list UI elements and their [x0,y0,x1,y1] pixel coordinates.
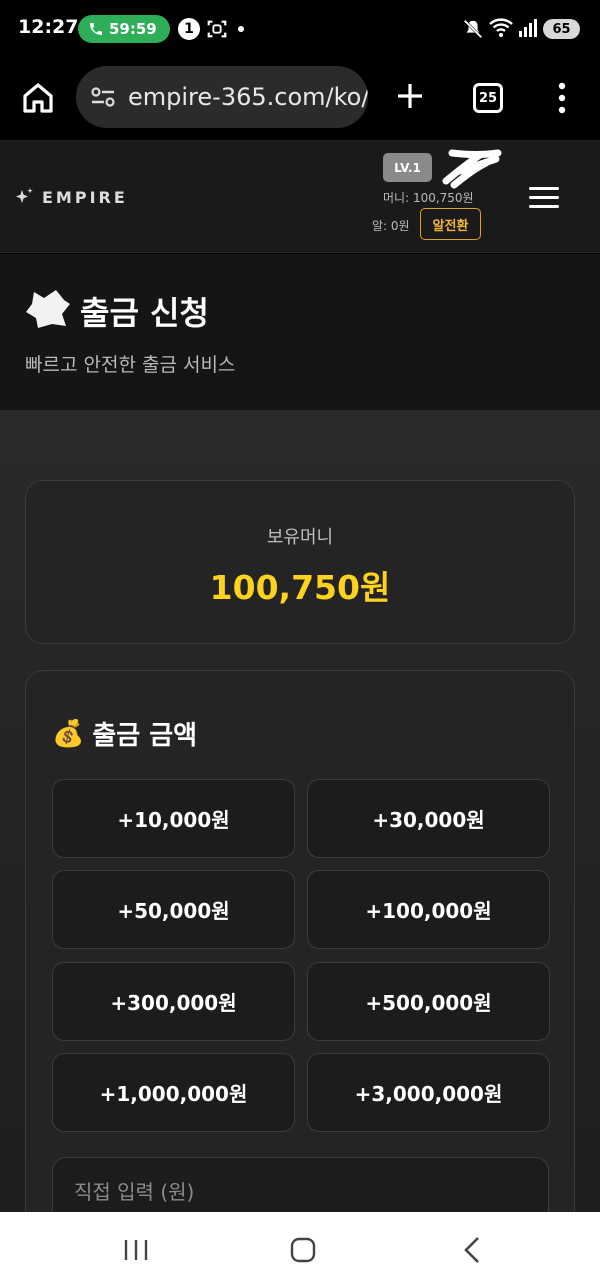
al-convert-button[interactable]: 알전환 [420,208,481,240]
call-timer: 59:59 [109,20,157,38]
money-bag-icon: 💰 [52,718,85,749]
status-time: 12:27 [18,16,79,38]
site-settings-icon[interactable] [90,86,116,108]
withdraw-amount-card: 💰 출금 금액 +10,000원 +30,000원 +50,000원 +100,… [25,670,575,1270]
more-notifications-dot [238,26,244,32]
url-text: empire-365.com/ko/ [128,83,368,111]
home-nav-icon[interactable] [290,1237,316,1263]
hamburger-menu-icon[interactable] [529,187,559,209]
call-indicator[interactable]: 59:59 [78,15,170,43]
notification-badge: 1 [178,18,200,40]
amount-title-text: 출금 금액 [92,721,198,751]
status-bar: 12:27 59:59 1 65 [0,0,600,58]
level-badge: LV.1 [383,153,432,182]
wifi-icon [489,18,513,37]
browser-toolbar: empire-365.com/ko/ 25 [0,58,600,141]
amount-section-title: 💰 출금 금액 [52,715,197,752]
amount-button-300000[interactable]: +300,000원 [52,962,295,1041]
page-subtitle: 빠르고 안전한 출금 서비스 [25,354,236,376]
amount-button-3000000[interactable]: +3,000,000원 [307,1053,550,1132]
balance-label: 보유머니 [266,527,334,548]
recent-apps-icon[interactable] [123,1238,149,1262]
battery-indicator: 65 [543,19,580,39]
logo-text: EMPIRE [42,187,128,207]
site-header: EMPIRE LV.1 머니: 100,750원 알: 0원 알전환 [0,141,600,253]
main-content: 보유머니 100,750원 💰 출금 금액 +10,000원 +30,000원 … [0,410,600,1270]
address-bar[interactable]: empire-365.com/ko/ [76,66,368,128]
page-title: 출금 신청 [80,294,209,332]
amount-button-1000000[interactable]: +1,000,000원 [52,1053,295,1132]
site-logo[interactable]: EMPIRE [14,187,128,207]
amount-button-30000[interactable]: +30,000원 [307,779,550,858]
amount-button-50000[interactable]: +50,000원 [52,870,295,949]
amount-button-100000[interactable]: +100,000원 [307,870,550,949]
balance-card: 보유머니 100,750원 [25,480,575,644]
back-icon[interactable] [462,1236,482,1264]
more-options-icon[interactable] [556,80,568,116]
redaction-scribble [442,149,502,189]
amount-button-500000[interactable]: +500,000원 [307,962,550,1041]
al-balance-text: 알: 0원 [372,219,410,233]
new-tab-icon[interactable] [394,80,426,112]
signal-icon [519,19,537,37]
mute-icon [463,19,483,39]
money-balance-text: 머니: 100,750원 [383,191,474,205]
sparkle-icon [16,188,33,203]
amount-button-10000[interactable]: +10,000원 [52,779,295,858]
balance-value: 100,750원 [209,568,391,607]
system-nav-bar [0,1212,600,1287]
home-icon[interactable] [20,80,56,116]
screen-capture-icon [207,20,227,38]
withdraw-money-icon [26,290,70,328]
tab-switcher-button[interactable]: 25 [473,83,503,113]
phone-icon [90,23,102,35]
page-hero: 출금 신청 빠르고 안전한 출금 서비스 [0,254,600,410]
